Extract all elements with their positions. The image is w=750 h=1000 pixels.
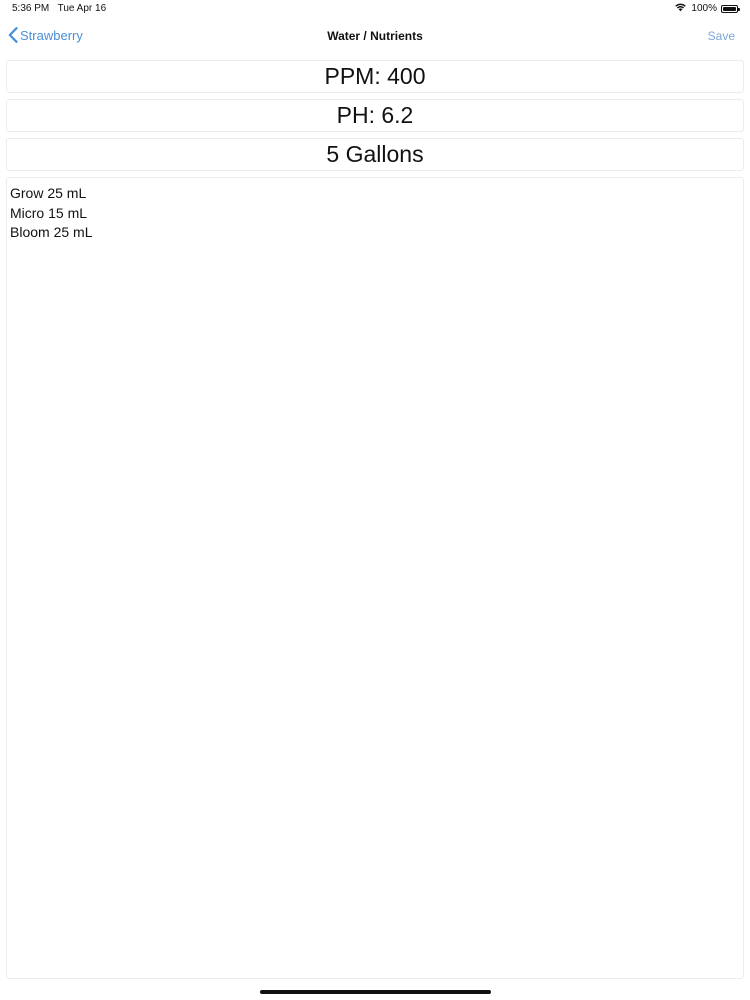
status-indicators: 100% xyxy=(674,2,740,15)
home-indicator[interactable] xyxy=(260,990,491,994)
status-time: 5:36 PM Tue Apr 16 xyxy=(12,3,106,14)
battery-cap xyxy=(738,7,740,11)
wifi-icon xyxy=(674,2,687,15)
battery-percent: 100% xyxy=(691,3,717,14)
notes-text-area[interactable]: Grow 25 mL Micro 15 mL Bloom 25 mL xyxy=(6,177,744,979)
save-button[interactable]: Save xyxy=(708,29,735,43)
navigation-bar: Strawberry Water / Nutrients Save xyxy=(0,18,750,56)
battery-icon xyxy=(721,4,740,13)
notes-line: Bloom 25 mL xyxy=(10,224,93,240)
status-clock: 5:36 PM xyxy=(12,3,50,14)
ph-field[interactable]: PH: 6.2 xyxy=(6,99,744,132)
battery-fill xyxy=(723,6,736,11)
page-title: Water / Nutrients xyxy=(327,29,423,43)
notes-line: Grow 25 mL xyxy=(10,185,87,201)
status-bar: 5:36 PM Tue Apr 16 100% xyxy=(0,0,750,18)
status-date: Tue Apr 16 xyxy=(57,3,107,14)
volume-field[interactable]: 5 Gallons xyxy=(6,138,744,171)
notes-line: Micro 15 mL xyxy=(10,204,88,221)
ppm-field[interactable]: PPM: 400 xyxy=(6,60,744,93)
